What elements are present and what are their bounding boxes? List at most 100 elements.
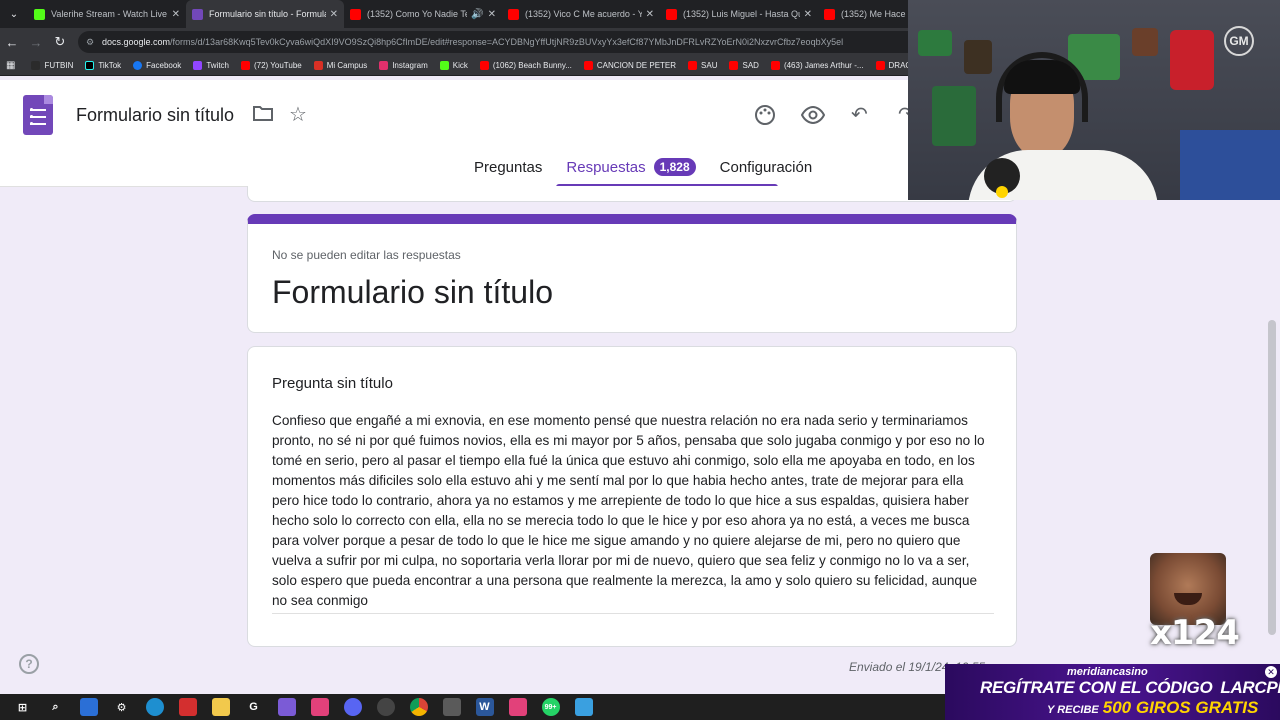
bookmark-label: Twitch — [206, 61, 229, 70]
bookmark-label: (1062) Beach Bunny... — [492, 61, 572, 70]
forward-icon[interactable]: → — [24, 35, 48, 50]
close-ad-icon[interactable]: ✕ — [1265, 666, 1277, 678]
wall-frame — [1132, 28, 1158, 56]
kick-icon — [439, 61, 449, 70]
browser-tab[interactable]: (1352) Luis Miguel - Hasta Que ✕ — [660, 0, 818, 28]
streamer-logo: GM — [1224, 26, 1254, 56]
url-domain: docs.google.com — [102, 37, 171, 47]
browser-tab[interactable]: (1352) Como Yo Nadie Te Ha 🔊 ✕ — [344, 0, 502, 28]
search-icon[interactable]: ⌕ — [47, 698, 65, 716]
twitch-icon — [193, 61, 203, 70]
help-icon[interactable]: ? — [19, 654, 39, 674]
emote-combo: x124 — [1150, 553, 1240, 653]
tab-search-icon[interactable]: ⌄ — [0, 0, 28, 28]
bookmark-cancion-de-peter[interactable]: CANCION DE PETER — [583, 61, 677, 70]
palette-icon[interactable] — [754, 104, 776, 131]
epic-games-icon[interactable]: G — [245, 698, 263, 716]
reload-icon[interactable]: ↻ — [48, 34, 72, 50]
casino-headline-text: REGÍTRATE CON EL CÓDIGO — [980, 678, 1213, 697]
app-icon[interactable] — [310, 698, 329, 716]
bookmark-tiktok[interactable]: TikTok — [85, 61, 121, 70]
tab-title: (1352) Luis Miguel - Hasta Que — [683, 9, 800, 19]
microphone — [984, 158, 1020, 198]
youtube-favicon-icon — [350, 8, 361, 20]
tab-title: Valerihe Stream - Watch Live on — [51, 9, 168, 19]
close-tab-icon[interactable]: ✕ — [330, 9, 338, 20]
apps-icon[interactable]: ▦ — [6, 60, 15, 71]
url-path: /forms/d/13ar68Kwq5Tev0kCyva6wiQdXI9VO9S… — [170, 37, 844, 47]
edge-icon[interactable] — [145, 698, 164, 716]
casino-ad-banner[interactable]: meridiancasino REGÍTRATE CON EL CÓDIGO LA… — [945, 664, 1280, 720]
form-title-card: No se pueden editar las respuestas Formu… — [247, 214, 1017, 333]
bookmark-futbin[interactable]: FUTBIN — [31, 61, 73, 70]
paint-icon[interactable] — [574, 698, 593, 716]
tab-title: (1352) Como Yo Nadie Te Ha — [367, 9, 467, 19]
bookmark-kick[interactable]: Kick — [439, 61, 468, 70]
close-tab-icon[interactable]: ✕ — [488, 9, 496, 20]
bookmark-twitch[interactable]: Twitch — [193, 61, 229, 70]
tab-preguntas[interactable]: Preguntas — [474, 159, 542, 185]
document-title[interactable]: Formulario sin título — [76, 105, 234, 126]
bookmark-label: (463) James Arthur -... — [783, 61, 864, 70]
tiktok-icon — [85, 61, 95, 70]
bookmark-label: Instagram — [392, 61, 428, 70]
preview-eye-icon[interactable] — [800, 104, 826, 131]
close-tab-icon[interactable]: ✕ — [646, 9, 654, 20]
wall-frame — [932, 86, 976, 146]
casino-code: LARCPLAY — [1220, 678, 1280, 697]
site-info-icon[interactable]: ⚙ — [86, 37, 96, 47]
bookmark-label: TikTok — [98, 61, 122, 70]
bookmark-sad[interactable]: SAD — [729, 61, 759, 70]
back-icon[interactable]: ← — [0, 35, 24, 50]
store-icon[interactable] — [79, 698, 98, 716]
youtube-icon — [240, 61, 250, 70]
bookmark-instagram[interactable]: Instagram — [379, 61, 428, 70]
browser-tab[interactable]: (1352) Vico C Me acuerdo - You ✕ — [502, 0, 660, 28]
scrollbar-thumb[interactable] — [1268, 320, 1276, 635]
file-explorer-icon[interactable] — [211, 698, 230, 716]
casino-headline: REGÍTRATE CON EL CÓDIGO LARCPLAY — [980, 678, 1280, 698]
emote-count: x124 — [1150, 613, 1240, 653]
bookmark-label: CANCION DE PETER — [596, 61, 677, 70]
obs-icon[interactable] — [376, 698, 395, 716]
calculator-icon[interactable] — [442, 698, 461, 716]
bookmark-youtube[interactable]: (72) YouTube — [240, 61, 302, 70]
tab-respuestas-label: Respuestas — [566, 159, 646, 176]
futbin-icon — [31, 61, 41, 70]
whatsapp-icon[interactable]: 99+ — [541, 698, 560, 716]
bookmark-beach-bunny[interactable]: (1062) Beach Bunny... — [479, 61, 572, 70]
close-tab-icon[interactable]: ✕ — [804, 9, 812, 20]
bookmark-james-arthur[interactable]: (463) James Arthur -... — [770, 61, 864, 70]
app-icon[interactable] — [277, 698, 296, 716]
tab-configuracion[interactable]: Configuración — [720, 159, 813, 185]
tab-respuestas[interactable]: Respuestas 1,828 — [556, 158, 779, 187]
bookmark-label: SAU — [701, 61, 718, 70]
bookmark-label: FUTBIN — [44, 61, 74, 70]
star-icon[interactable]: ☆ — [289, 104, 307, 126]
folder-icon[interactable] — [253, 104, 273, 127]
wall-frame — [964, 40, 992, 74]
browser-tab-active[interactable]: Formulario sin título - Formular ✕ — [186, 0, 344, 28]
responses-count-badge: 1,828 — [653, 158, 696, 176]
close-tab-icon[interactable]: ✕ — [172, 9, 180, 20]
undo-icon[interactable]: ↶ — [851, 104, 868, 126]
speaker-icon[interactable]: 🔊 — [471, 9, 483, 20]
youtube-favicon-icon — [508, 8, 519, 20]
bookmark-facebook[interactable]: Facebook — [133, 61, 181, 70]
google-forms-logo-icon[interactable] — [23, 95, 53, 135]
browser-tab[interactable]: Valerihe Stream - Watch Live on ✕ — [28, 0, 186, 28]
app-icon[interactable] — [508, 698, 527, 716]
youtube-icon — [729, 61, 739, 70]
media-app-icon[interactable] — [178, 698, 197, 716]
settings-app-icon[interactable]: ⚙ — [113, 698, 131, 716]
discord-icon[interactable] — [343, 698, 362, 716]
chrome-icon[interactable] — [409, 698, 428, 716]
bookmark-sau[interactable]: SAU — [688, 61, 717, 70]
campus-icon — [313, 61, 323, 70]
windows-start-icon[interactable]: ⊞ — [14, 698, 32, 716]
word-icon[interactable]: W — [475, 698, 494, 716]
casino-subline-text: Y RECIBE — [1047, 704, 1099, 716]
bookmark-label: SAD — [742, 61, 759, 70]
bookmark-mi-campus[interactable]: Mi Campus — [313, 61, 367, 70]
whatsapp-badge: 99+ — [544, 703, 557, 711]
